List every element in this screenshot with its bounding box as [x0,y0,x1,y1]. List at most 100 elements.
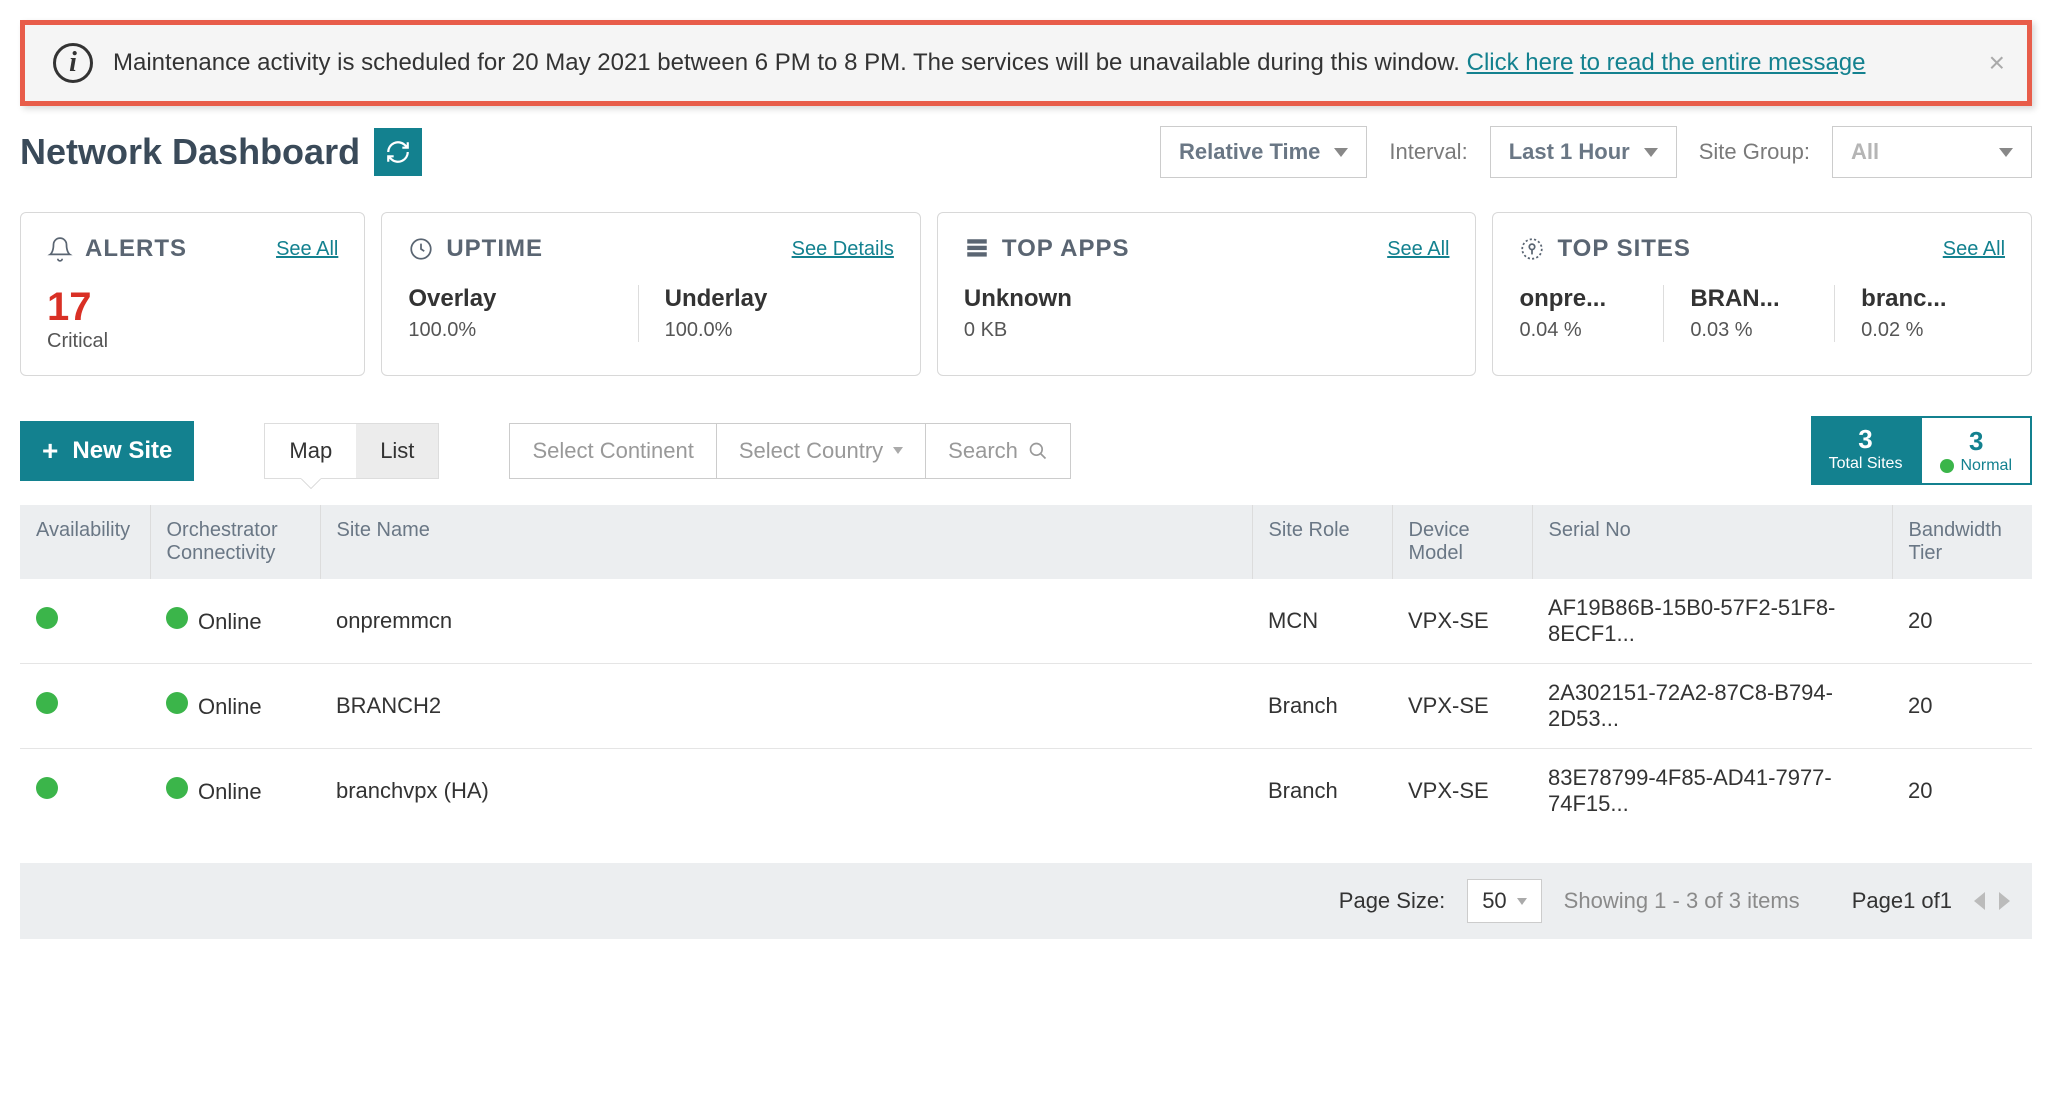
time-mode-dropdown[interactable]: Relative Time [1160,126,1367,178]
site-name: branchvpx (HA) [320,749,1252,834]
filter-group: Select Continent Select Country Search [509,423,1070,479]
metric-name: BRAN... [1690,285,1812,313]
table-row[interactable]: Online onpremmcnMCNVPX-SEAF19B86B-15B0-57… [20,579,2032,664]
new-site-button[interactable]: + New Site [20,421,194,481]
search-input[interactable]: Search [926,424,1070,478]
alerts-subtitle: Critical [47,330,338,353]
connectivity-dot-icon [166,692,188,714]
metric-name: Unknown [964,285,1428,313]
banner-link-click-here[interactable]: Click here [1467,49,1574,76]
metric-name: Underlay [665,285,872,313]
device-model: VPX-SE [1392,579,1532,664]
banner-link-read-more[interactable]: to read the entire message [1580,49,1866,76]
tab-list[interactable]: List [356,424,438,478]
availability-dot-icon [36,777,58,799]
metric: branc... 0.02 % [1861,285,2005,342]
header-row: Network Dashboard Relative Time Interval… [20,126,2032,178]
metric-value: 0 KB [964,319,1428,342]
top-sites-see-all-link[interactable]: See All [1943,238,2005,261]
next-page-button[interactable] [1999,892,2010,910]
bandwidth-tier: 20 [1892,579,2032,664]
close-icon[interactable]: × [1989,47,2005,79]
showing-text: Showing 1 - 3 of 3 items [1564,888,1800,914]
connectivity-text: Online [198,609,262,634]
top-apps-card: TOP APPS See All Unknown 0 KB [937,212,1477,376]
connectivity-dot-icon [166,777,188,799]
sites-toolbar: + New Site Map List Select Continent Sel… [20,416,2032,485]
bell-icon [47,236,73,262]
metric: onpre... 0.04 % [1519,285,1664,342]
interval-label: Interval: [1389,139,1467,165]
column-header[interactable]: Bandwidth Tier [1892,505,2032,579]
column-header[interactable]: Serial No [1532,505,1892,579]
alerts-see-all-link[interactable]: See All [276,238,338,261]
table-footer: Page Size: 50 Showing 1 - 3 of 3 items P… [20,863,2032,939]
serial-no: 83E78799-4F85-AD41-7977-74F15... [1532,749,1892,834]
page-size-dropdown[interactable]: 50 [1467,879,1541,923]
serial-no: AF19B86B-15B0-57F2-51F8-8ECF1... [1532,579,1892,664]
metric: Underlay100.0% [665,285,894,342]
table-row[interactable]: OnlineBRANCH2BranchVPX-SE2A302151-72A2-8… [20,664,2032,749]
chevron-down-icon [893,447,903,454]
top-apps-see-all-link[interactable]: See All [1387,238,1449,261]
column-header[interactable]: Orchestrator Connectivity [150,505,320,579]
pagination-arrows [1974,892,2010,910]
view-tabs: Map List [264,423,439,479]
connectivity-dot-icon [166,607,188,629]
site-role: MCN [1252,579,1392,664]
site-group-dropdown[interactable]: All [1832,126,2032,178]
chevron-down-icon [1334,148,1348,157]
site-counts: 3 Total Sites 3 Normal [1811,416,2032,485]
chevron-down-icon [1517,898,1527,905]
chevron-down-icon [1999,148,2013,157]
select-country-dropdown[interactable]: Select Country [717,424,926,478]
metric-value: 0.03 % [1690,319,1812,342]
chevron-down-icon [1644,148,1658,157]
top-apps-title: TOP APPS [1002,235,1130,263]
total-sites-badge[interactable]: 3 Total Sites [1811,416,1921,485]
metric-value: 0.02 % [1861,319,1983,342]
metric: Unknown 0 KB [964,285,1450,342]
tab-map[interactable]: Map [265,424,356,478]
column-header[interactable]: Availability [20,505,150,579]
column-header[interactable]: Site Name [320,505,1252,579]
alerts-title: ALERTS [85,235,187,263]
select-continent-dropdown[interactable]: Select Continent [510,424,716,478]
metric: Overlay100.0% [408,285,638,342]
globe-pin-icon [1519,236,1545,262]
connectivity-text: Online [198,694,262,719]
site-group-value: All [1851,139,1879,165]
column-header[interactable]: Device Model [1392,505,1532,579]
site-role: Branch [1252,749,1392,834]
page-text: Page1 of1 [1852,888,1952,914]
bandwidth-tier: 20 [1892,749,2032,834]
serial-no: 2A302151-72A2-87C8-B794-2D53... [1532,664,1892,749]
plus-icon: + [42,435,58,467]
interval-value: Last 1 Hour [1509,139,1630,165]
interval-dropdown[interactable]: Last 1 Hour [1490,126,1677,178]
time-mode-value: Relative Time [1179,139,1320,165]
metric-name: onpre... [1519,285,1641,313]
bandwidth-tier: 20 [1892,664,2032,749]
normal-sites-badge[interactable]: 3 Normal [1920,416,2032,485]
metric-name: branc... [1861,285,1983,313]
page-size-label: Page Size: [1339,888,1445,914]
uptime-see-details-link[interactable]: See Details [792,238,894,261]
table-row[interactable]: Onlinebranchvpx (HA)BranchVPX-SE83E78799… [20,749,2032,834]
prev-page-button[interactable] [1974,892,1985,910]
availability-dot-icon [36,607,58,629]
refresh-button[interactable] [374,128,422,176]
page-title: Network Dashboard [20,131,360,173]
site-group-label: Site Group: [1699,139,1810,165]
info-icon: i [53,43,93,83]
alerts-card: ALERTS See All 17 Critical [20,212,365,376]
column-header[interactable]: Site Role [1252,505,1392,579]
metric-value: 0.04 % [1519,319,1641,342]
site-name: onpremmcn [320,579,1252,664]
site-role: Branch [1252,664,1392,749]
device-model: VPX-SE [1392,749,1532,834]
device-model: VPX-SE [1392,664,1532,749]
availability-dot-icon [36,692,58,714]
clock-icon [408,236,434,262]
top-sites-title: TOP SITES [1557,235,1691,263]
